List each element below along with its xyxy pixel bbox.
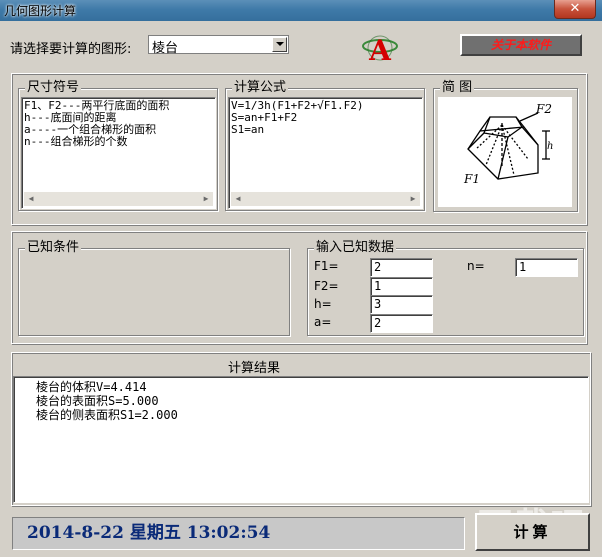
shape-select[interactable]: 棱台 (148, 35, 289, 56)
close-icon: ✕ (569, 1, 581, 16)
shape-select-value: 棱台 (152, 41, 179, 56)
f1-label: F1= (314, 259, 339, 273)
dropdown-arrow-button[interactable] (272, 37, 287, 52)
result-line: 棱台的表面积S=5.000 (36, 394, 159, 408)
scroll-right-icon[interactable]: ▶ (406, 192, 420, 206)
chevron-down-icon (276, 42, 284, 46)
formula-line: S1=an (231, 123, 265, 136)
shape-select-label: 请选择要计算的图形: (10, 42, 132, 57)
symbols-textbox[interactable]: F1、F2---两平行底面的面积 h---底面间的距离 a----一个组合梯形的… (21, 97, 216, 209)
formula-textbox[interactable]: V=1/3h(F1+F2+√F1.F2) S=an+F1+F2 S1=an ◀ … (228, 97, 423, 209)
h-label: h (547, 141, 553, 152)
close-button[interactable]: ✕ (554, 0, 596, 19)
calculate-button[interactable]: 计算 (475, 513, 590, 551)
f2-label: F2 (535, 102, 552, 116)
scroll-left-icon[interactable]: ◀ (231, 192, 245, 206)
scroll-right-icon[interactable]: ▶ (199, 192, 213, 206)
a-input[interactable]: 2 (370, 314, 433, 333)
h-input[interactable]: 3 (370, 295, 433, 314)
logo-letter: A (368, 34, 392, 66)
known-conditions-group: 已知条件 (18, 241, 290, 336)
known-conditions-title: 已知条件 (25, 240, 82, 255)
horizontal-scrollbar[interactable]: ◀ ▶ (24, 192, 213, 206)
app-logo: A (362, 34, 398, 66)
app-window: 几何图形计算 ✕ 请选择要计算的图形: 棱台 A 关于本软件 尺寸符号 F1、F… (0, 0, 602, 557)
n-input[interactable]: 1 (515, 258, 578, 277)
symbol-line: n---组合梯形的个数 (24, 135, 128, 148)
symbols-title: 尺寸符号 (25, 80, 82, 95)
f1-label: F1 (463, 172, 480, 186)
result-line: 棱台的体积V=4.414 (36, 380, 147, 394)
f2-input[interactable]: 1 (370, 277, 433, 296)
input-data-title: 输入已知数据 (314, 240, 397, 255)
window-title: 几何图形计算 (4, 4, 77, 18)
h-label: h= (314, 297, 332, 311)
a-label: a= (314, 315, 332, 329)
result-textbox[interactable]: 棱台的体积V=4.414 棱台的表面积S=5.000 棱台的侧表面积S1=2.0… (13, 376, 589, 503)
diagram-title: 简 图 (440, 80, 475, 95)
f1-input[interactable]: 2 (370, 258, 433, 277)
datetime-display: 2014-8-22 星期五 13:02:54 (12, 517, 465, 550)
result-title: 计算结果 (228, 361, 281, 376)
scroll-left-icon[interactable]: ◀ (24, 192, 38, 206)
f2-label: F2= (314, 279, 339, 293)
title-bar[interactable]: 几何图形计算 ✕ (0, 0, 602, 21)
n-label: n= (467, 259, 485, 273)
frustum-diagram: F2 h F1 (438, 97, 572, 207)
horizontal-scrollbar[interactable]: ◀ ▶ (231, 192, 420, 206)
result-line: 棱台的侧表面积S1=2.000 (36, 408, 178, 422)
about-button[interactable]: 关于本软件 (460, 34, 582, 56)
formula-title: 计算公式 (232, 80, 289, 95)
